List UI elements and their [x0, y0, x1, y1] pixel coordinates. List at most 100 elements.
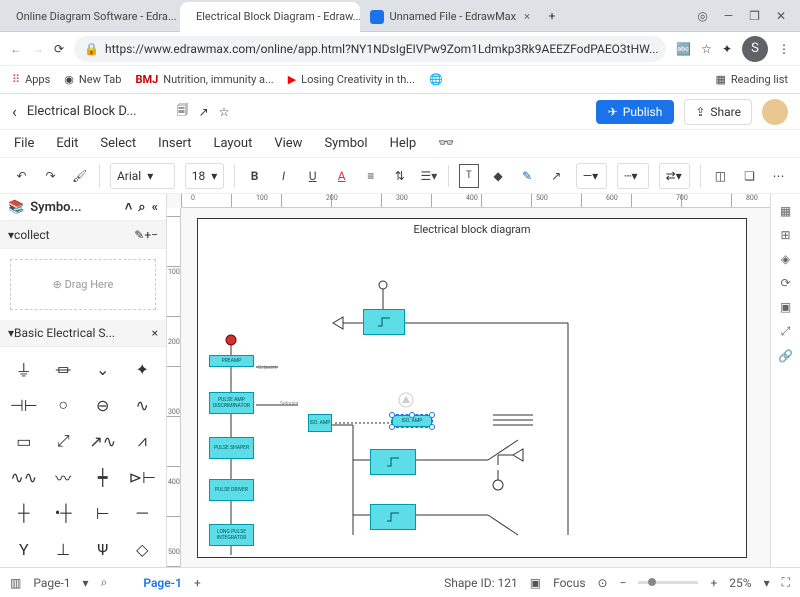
block-top[interactable]	[363, 309, 405, 335]
basic-electrical-section[interactable]: ▾ Basic Electrical S... ×	[0, 320, 166, 347]
zoom-label[interactable]: 25%	[729, 576, 751, 590]
bookmark-bmj[interactable]: BMJNutrition, immunity a...	[135, 73, 273, 86]
layers-icon[interactable]: ◈	[781, 252, 790, 266]
search-icon[interactable]: ⌕	[101, 575, 108, 590]
block-mid-1[interactable]	[370, 449, 416, 475]
zoom-in-button[interactable]: +	[710, 576, 717, 590]
reload-button[interactable]: ⟳	[54, 42, 64, 56]
selection-handle[interactable]	[429, 424, 435, 430]
document-title[interactable]: Electrical Block D...	[27, 104, 137, 119]
symbol-diode[interactable]: ⊳⊢	[125, 461, 161, 493]
canvas-area[interactable]: 0100200300400500600700800 10020030040050…	[167, 194, 770, 567]
publish-button[interactable]: ✈Publish	[596, 100, 675, 124]
selection-handle[interactable]	[389, 412, 395, 418]
close-button[interactable]: ✕	[776, 9, 786, 23]
symbol-node[interactable]: ✦	[125, 353, 161, 385]
font-select[interactable]: Arial▾	[110, 163, 175, 189]
symbol-circle[interactable]: ○	[46, 389, 82, 421]
block-pulse-amp[interactable]: PULSE AMP DISCRIMINATOR	[209, 392, 254, 414]
bookmark-newtab[interactable]: ◉New Tab	[64, 73, 121, 86]
symbol-ground[interactable]: ⏚	[6, 353, 42, 385]
symbol-inductor[interactable]: ∿∿	[6, 461, 42, 493]
underline-button[interactable]: U	[303, 164, 322, 188]
extensions-icon[interactable]: ✦	[722, 42, 732, 56]
fill-color-button[interactable]: ◆	[489, 164, 508, 188]
symbol-dot[interactable]: •┼	[46, 497, 82, 529]
block-pulse-driver[interactable]: PULSE DRIVER	[209, 479, 254, 501]
star-icon[interactable]: ☆	[219, 105, 230, 119]
symbol-loop[interactable]: ◇	[125, 533, 161, 565]
share-button[interactable]: ⇪Share	[684, 99, 752, 125]
save-icon[interactable]: 🗐	[177, 101, 189, 122]
menu-file[interactable]: File	[14, 136, 34, 151]
focus-label[interactable]: Focus	[553, 576, 585, 590]
star-icon[interactable]: ☆	[701, 42, 712, 56]
translate-icon[interactable]: 🔤	[676, 42, 691, 56]
chevron-down-icon[interactable]: ▾	[83, 576, 89, 590]
symbol-antenna[interactable]: Y	[6, 533, 42, 565]
reading-list-button[interactable]: ▦Reading list	[716, 73, 789, 86]
symbol-lamp[interactable]: ⊖	[85, 389, 121, 421]
add-icon[interactable]: +	[144, 228, 151, 242]
back-button[interactable]: ←	[10, 42, 22, 56]
line-spacing-button[interactable]: ⇅	[390, 164, 409, 188]
arrow-select[interactable]: ⇄▾	[659, 163, 690, 189]
symbol-variable[interactable]: ⤢	[46, 425, 82, 457]
symbol-terminal[interactable]: ⊢	[85, 497, 121, 529]
collapse-icon[interactable]: «	[152, 200, 158, 215]
symbol-resistor[interactable]: ∿	[125, 389, 161, 421]
undo-button[interactable]: ↶	[12, 164, 31, 188]
menu-symbol[interactable]: Symbol	[324, 136, 367, 151]
history-icon[interactable]: ⟳	[780, 276, 790, 290]
line-style-button[interactable]: ↗	[547, 164, 566, 188]
symbol-capacitor[interactable]: ⊣⊢	[6, 389, 42, 421]
selection-handle[interactable]	[409, 412, 415, 418]
edit-icon[interactable]: ✎	[134, 228, 144, 242]
align-button[interactable]: ≡	[361, 164, 380, 188]
italic-button[interactable]: I	[274, 164, 293, 188]
library-icon[interactable]: 📚	[8, 200, 24, 215]
symbol-var-res[interactable]: ↗∿	[85, 425, 121, 457]
symbol-box[interactable]: ▭	[6, 425, 42, 457]
active-page-tab[interactable]: Page-1	[143, 576, 182, 590]
resize-icon[interactable]: ⤢	[781, 324, 791, 339]
tab-1[interactable]: Online Diagram Software - Edra...×	[0, 2, 180, 32]
search-icon[interactable]: ⌕	[138, 200, 145, 215]
block-preamp[interactable]: PREAMP	[209, 355, 254, 367]
tab-2-active[interactable]: Electrical Block Diagram - Edraw...×	[180, 2, 360, 32]
text-box-button[interactable]: T	[459, 164, 478, 188]
maximize-button[interactable]: ❐	[749, 9, 760, 23]
symbol-line[interactable]: ─	[125, 497, 161, 529]
menu-select[interactable]: Select	[100, 136, 136, 151]
remove-icon[interactable]: −	[151, 228, 158, 242]
url-input[interactable]: 🔒 https://www.edrawmax.com/online/app.ht…	[74, 36, 666, 62]
selection-handle[interactable]	[429, 412, 435, 418]
menu-view[interactable]: View	[274, 136, 302, 151]
symbol-earth[interactable]: ⏛	[46, 353, 82, 385]
block-iso-amp-1[interactable]: ISO. AMP	[308, 414, 332, 432]
minimize-button[interactable]: —	[724, 9, 733, 23]
symbol-wave[interactable]: 〰	[46, 461, 82, 493]
target-icon[interactable]: ◎	[697, 9, 707, 23]
chevron-up-icon[interactable]: ˄	[125, 199, 133, 215]
back-button[interactable]: ‹	[12, 102, 17, 121]
bookmark-youtube[interactable]: ▶Losing Creativity in th...	[288, 73, 415, 86]
forward-button[interactable]: →	[32, 42, 44, 56]
link-icon[interactable]: 🔗	[778, 349, 793, 363]
drag-drop-zone[interactable]: ⊕ Drag Here	[10, 259, 156, 310]
bookmark-globe[interactable]: 🌐	[429, 73, 443, 86]
selection-handle[interactable]	[389, 424, 395, 430]
font-size-select[interactable]: 18▾	[185, 163, 225, 189]
glasses-icon[interactable]: 👓	[438, 136, 454, 151]
menu-insert[interactable]: Insert	[158, 136, 191, 151]
format-painter-button[interactable]: 🖌	[70, 164, 89, 188]
focus-icon[interactable]: ▣	[530, 576, 541, 590]
symbol-dipole[interactable]: Ψ	[85, 533, 121, 565]
export-icon[interactable]: ↗	[199, 105, 209, 119]
drawing-canvas[interactable]: Electrical block diagram PREAMP	[197, 218, 747, 558]
page-select[interactable]: Page-1	[33, 576, 70, 590]
line-color-button[interactable]: ✎	[518, 164, 537, 188]
close-icon[interactable]: ×	[524, 10, 530, 23]
chevron-down-icon[interactable]: ▾	[764, 576, 770, 590]
more-button[interactable]: ⋯	[769, 164, 788, 188]
